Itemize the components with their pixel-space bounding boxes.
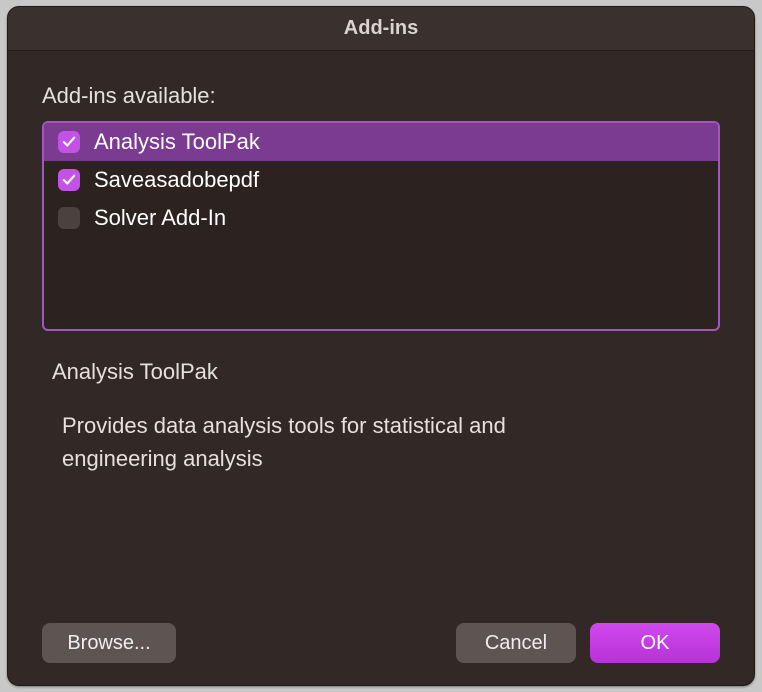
checkbox[interactable] [58, 207, 80, 229]
checkbox[interactable] [58, 131, 80, 153]
list-item-label: Saveasadobepdf [94, 167, 259, 193]
checkbox[interactable] [58, 169, 80, 191]
dialog-title: Add-ins [344, 17, 418, 40]
description-text: Provides data analysis tools for statist… [62, 409, 622, 475]
list-item-label: Analysis ToolPak [94, 129, 260, 155]
dialog-content: Add-ins available: Analysis ToolPak Savea… [8, 51, 754, 685]
list-item[interactable]: Analysis ToolPak [44, 123, 718, 161]
button-row: Browse... Cancel OK [42, 623, 720, 663]
check-icon [62, 135, 76, 149]
cancel-button[interactable]: Cancel [456, 623, 576, 663]
list-item-label: Solver Add-In [94, 205, 226, 231]
list-item[interactable]: Saveasadobepdf [44, 161, 718, 199]
addins-dialog: Add-ins Add-ins available: Analysis Tool… [7, 6, 755, 686]
available-label: Add-ins available: [42, 83, 720, 109]
addins-listbox[interactable]: Analysis ToolPak Saveasadobepdf Solver Add… [42, 121, 720, 331]
description-title: Analysis ToolPak [52, 359, 720, 385]
ok-button[interactable]: OK [590, 623, 720, 663]
browse-button[interactable]: Browse... [42, 623, 176, 663]
list-item[interactable]: Solver Add-In [44, 199, 718, 237]
check-icon [62, 173, 76, 187]
titlebar: Add-ins [8, 7, 754, 51]
